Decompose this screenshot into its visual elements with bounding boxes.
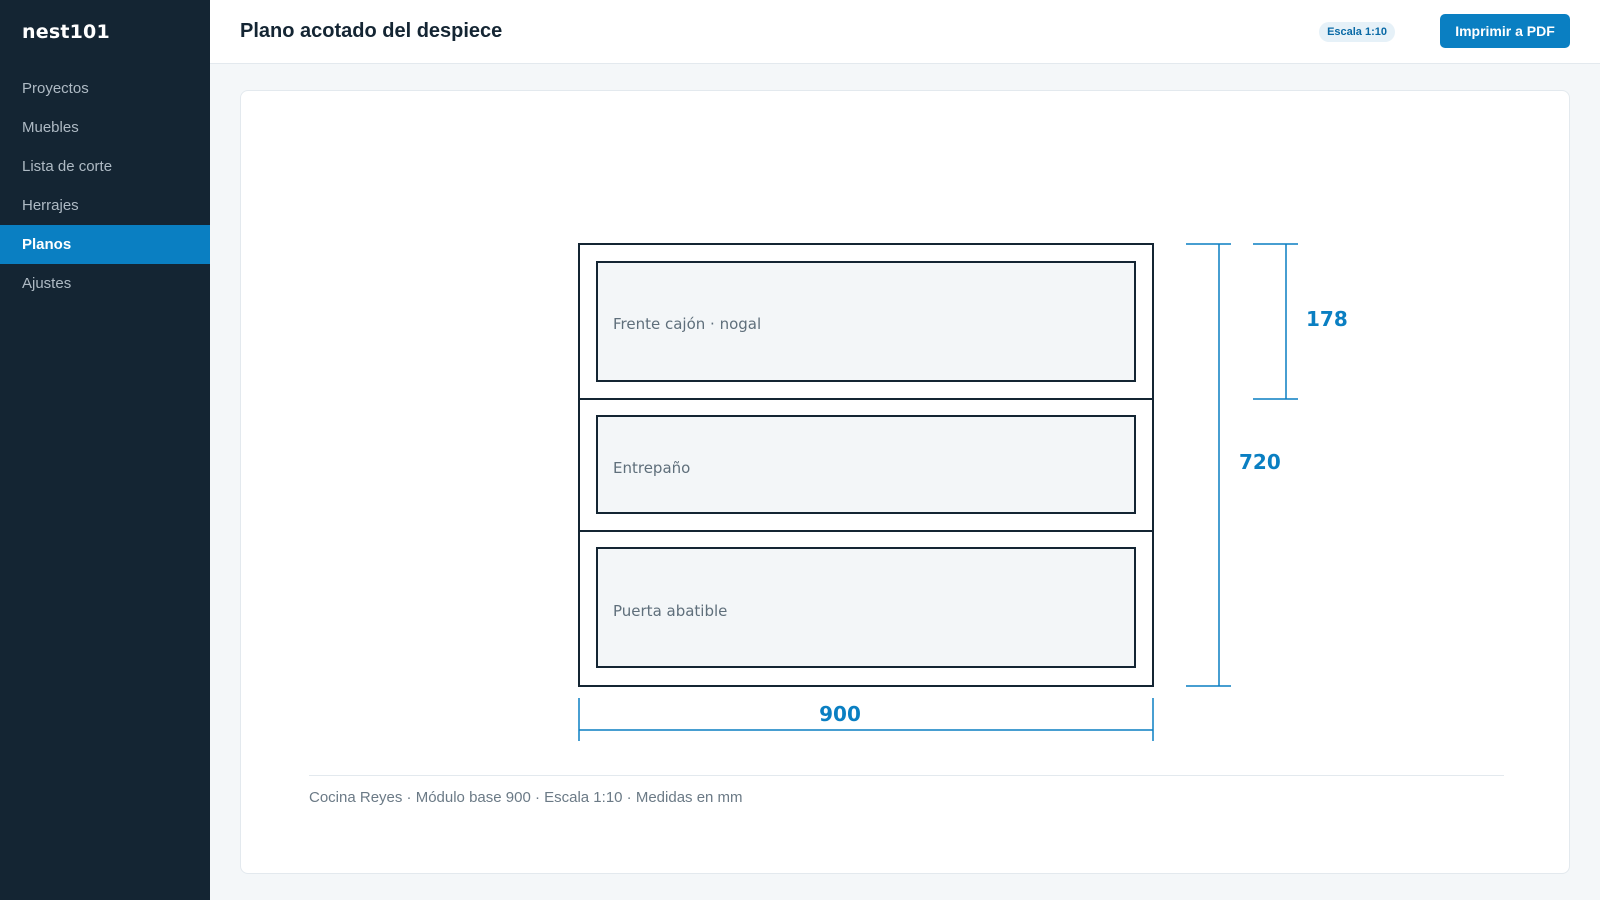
- brand-logo[interactable]: nest101: [22, 21, 110, 43]
- sidebar: nest101 Proyectos Muebles Lista de corte…: [0, 0, 210, 900]
- drawer-dimension-label: 178: [1306, 307, 1348, 331]
- print-pdf-button[interactable]: Imprimir a PDF: [1440, 14, 1570, 48]
- sidebar-nav: Proyectos Muebles Lista de corte Herraje…: [0, 69, 210, 303]
- dimensioned-drawing[interactable]: Frente cajón · nogal Entrepaño Puerta ab…: [241, 91, 1571, 771]
- drawing-card: Frente cajón · nogal Entrepaño Puerta ab…: [240, 90, 1570, 874]
- sidebar-item-muebles[interactable]: Muebles: [0, 108, 210, 147]
- top-bar: Plano acotado del despiece Escala 1:10 I…: [210, 0, 1600, 64]
- sidebar-item-ajustes[interactable]: Ajustes: [0, 264, 210, 303]
- sidebar-item-herrajes[interactable]: Herrajes: [0, 186, 210, 225]
- scale-badge: Escala 1:10: [1319, 22, 1395, 42]
- sidebar-item-lista-de-corte[interactable]: Lista de corte: [0, 147, 210, 186]
- sidebar-item-planos[interactable]: Planos: [0, 225, 210, 264]
- height-dimension-label: 720: [1239, 450, 1281, 474]
- width-dimension-label: 900: [819, 702, 861, 726]
- panel-label-shelf: Entrepaño: [613, 459, 690, 477]
- caption-divider: [309, 775, 1504, 776]
- page-title: Plano acotado del despiece: [240, 20, 503, 42]
- sidebar-item-proyectos[interactable]: Proyectos: [0, 69, 210, 108]
- panel-label-drawer-front: Frente cajón · nogal: [613, 315, 761, 333]
- drawing-caption: Cocina Reyes · Módulo base 900 · Escala …: [309, 789, 743, 806]
- panel-label-hinged-door: Puerta abatible: [613, 602, 727, 620]
